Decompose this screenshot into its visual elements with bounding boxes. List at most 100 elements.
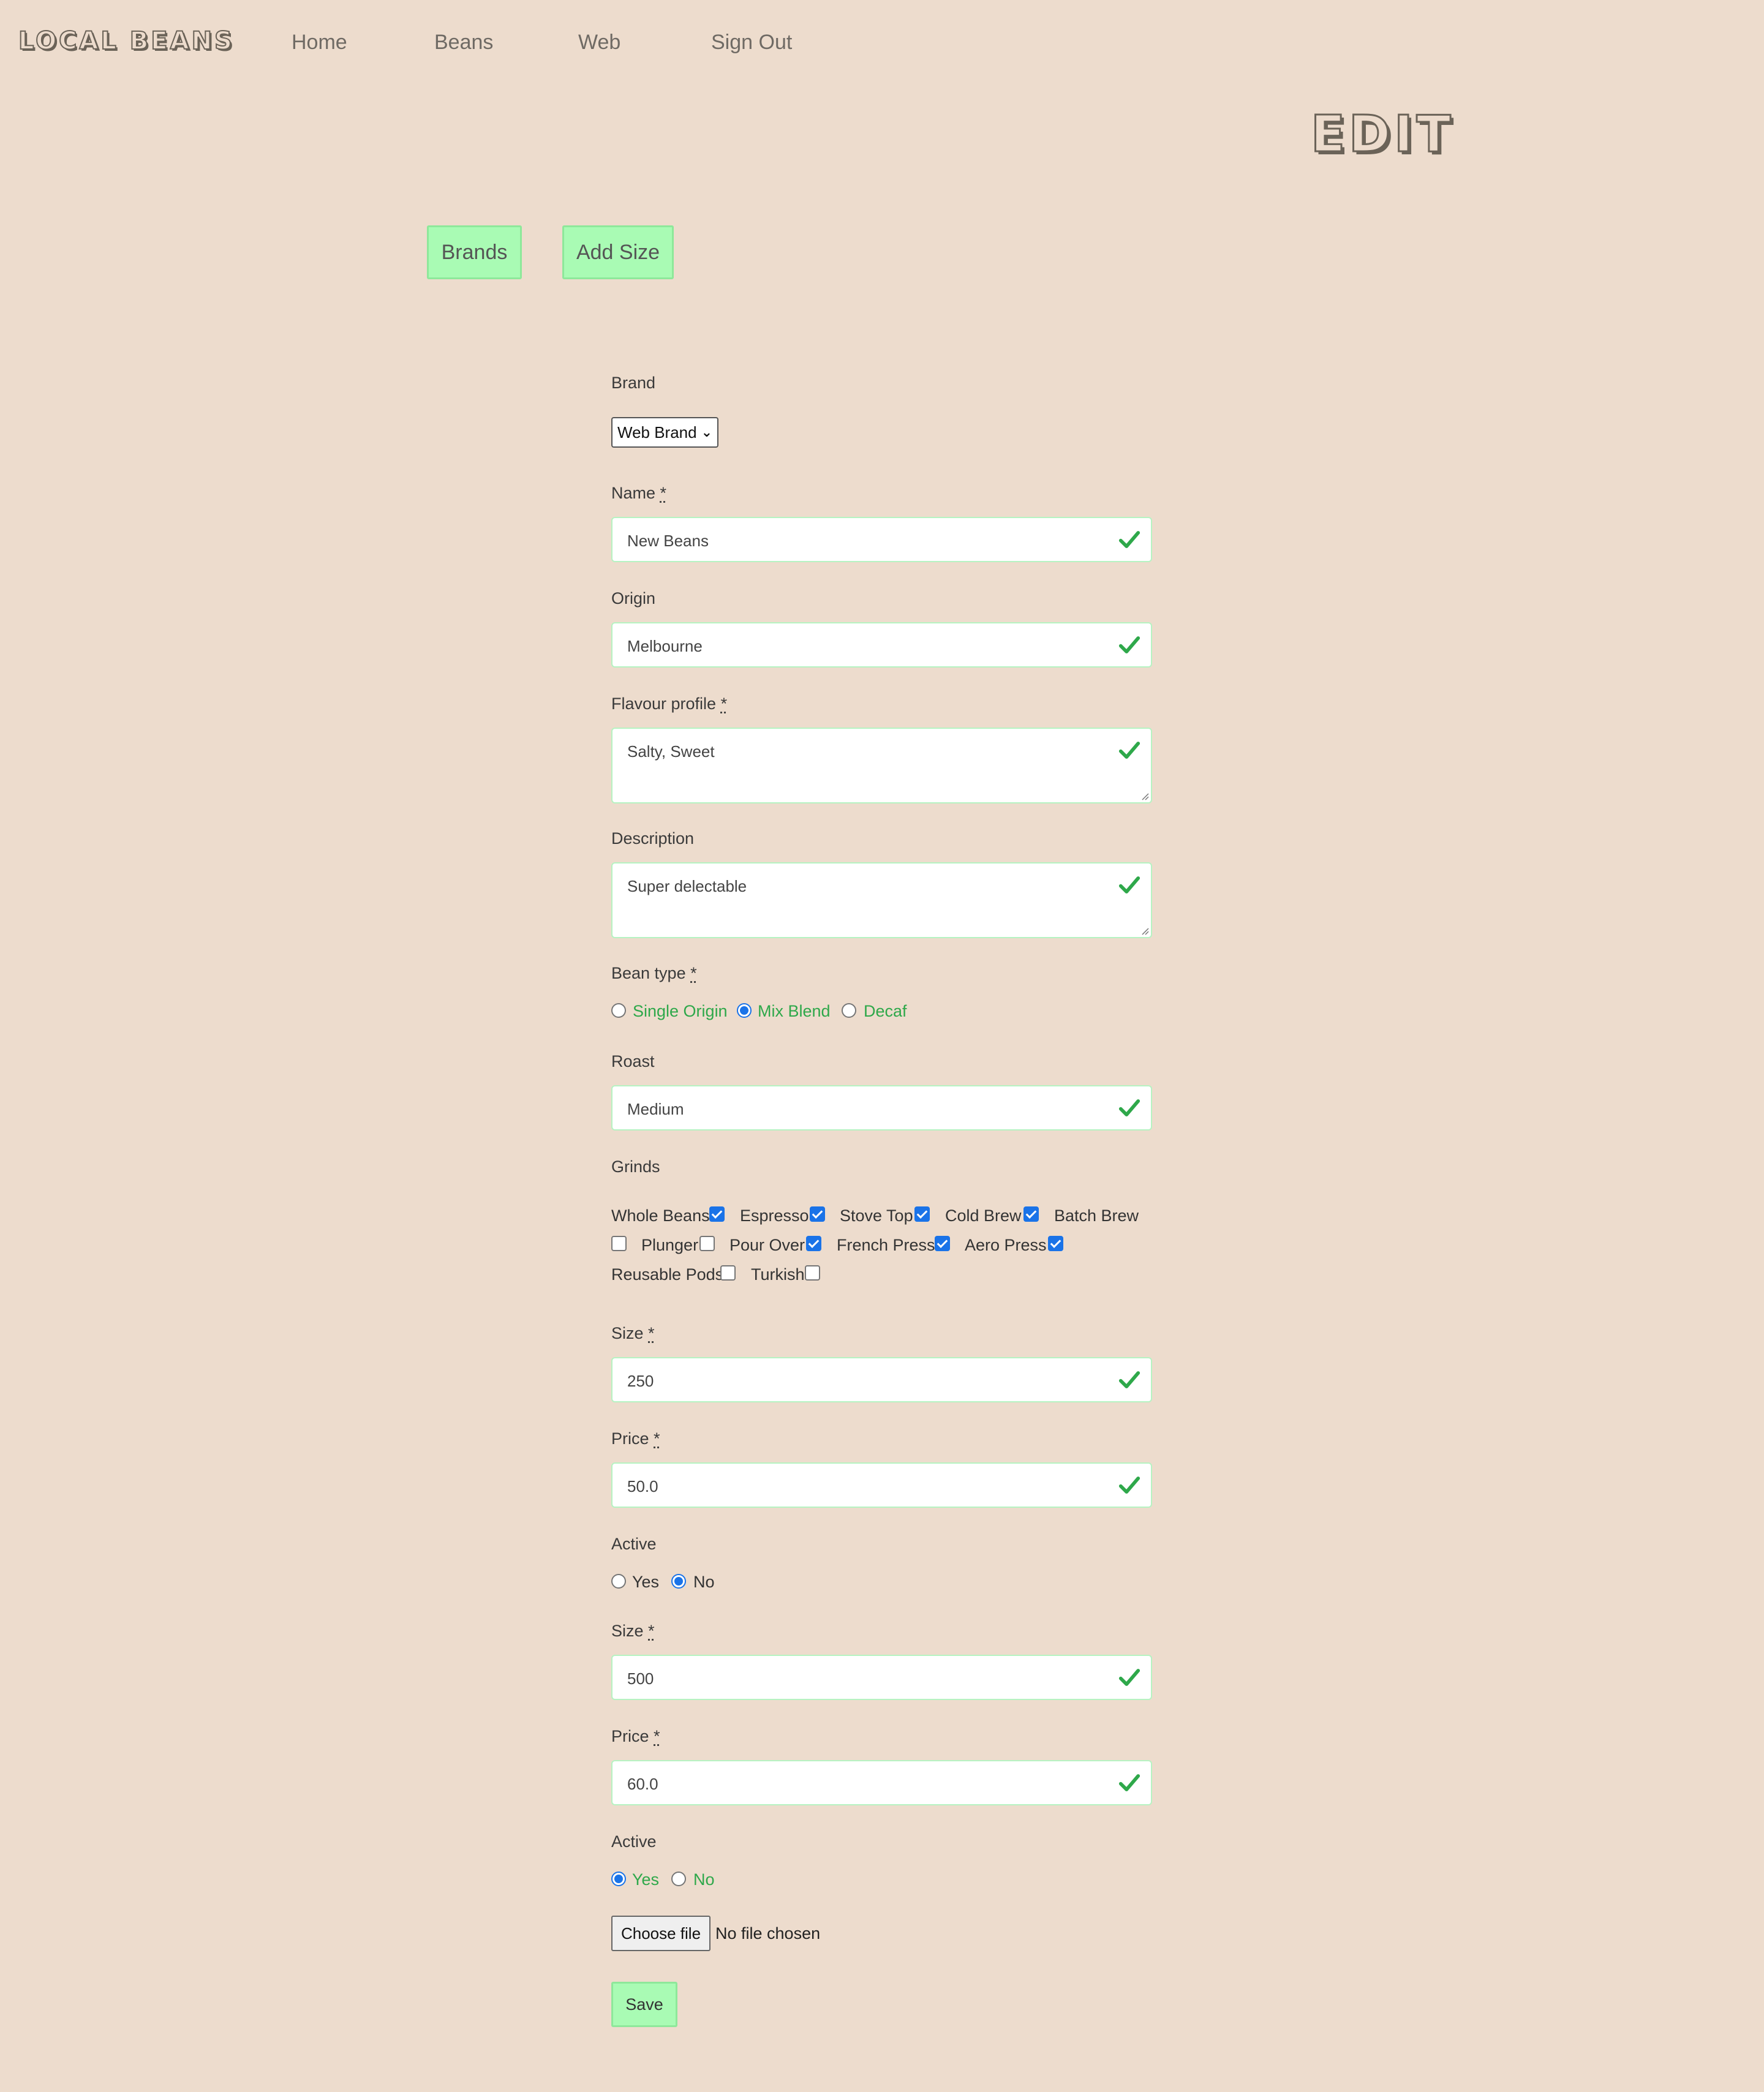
top-nav: LOCAL BEANS Home Beans Web Sign Out — [0, 0, 1764, 92]
bean-type-single-origin-radio[interactable] — [611, 1003, 626, 1018]
grind-option-label: Aero Press — [965, 1236, 1047, 1254]
grind-option-label: Reusable Pods — [611, 1265, 724, 1284]
bean-type-decaf-radio[interactable] — [842, 1003, 856, 1018]
active-option-label: No — [693, 1573, 715, 1591]
roast-input[interactable]: Medium — [611, 1085, 1152, 1131]
bean-type-option-label: Decaf — [864, 1002, 907, 1020]
brands-button[interactable]: Brands — [427, 225, 522, 279]
size-input[interactable]: 500 — [611, 1655, 1152, 1700]
required-mark: * — [654, 1429, 660, 1448]
grind-turkish-checkbox[interactable] — [805, 1265, 820, 1281]
grinds-label: Grinds — [611, 1157, 660, 1176]
required-mark: * — [654, 1727, 660, 1745]
active-option-label: Yes — [632, 1870, 660, 1889]
bean-type-mix-blend-radio[interactable] — [737, 1003, 752, 1018]
add-size-button[interactable]: Add Size — [562, 225, 674, 279]
file-status: No file chosen — [715, 1924, 821, 1943]
active-option-label: No — [693, 1870, 715, 1889]
grind-option-label: Plunger — [641, 1236, 699, 1254]
bean-type-label: Bean type * — [611, 964, 697, 982]
price-input-value: 50.0 — [627, 1477, 658, 1496]
grind-option-label: Batch Brew — [1054, 1206, 1139, 1225]
valid-check-icon — [1118, 876, 1140, 894]
origin-label: Origin — [611, 589, 656, 608]
valid-check-icon — [1118, 1099, 1140, 1116]
required-mark: * — [660, 484, 667, 502]
grind-option-label: French Press — [837, 1236, 935, 1254]
size-label: Size * — [611, 1324, 655, 1342]
brand-label: Brand — [611, 374, 656, 392]
nav-home-link[interactable]: Home — [292, 31, 347, 55]
site-logo[interactable]: LOCAL BEANS — [18, 26, 235, 56]
description-label: Description — [611, 829, 695, 848]
origin-input-value: Melbourne — [627, 637, 703, 655]
valid-check-icon — [1118, 1477, 1140, 1494]
grind-option-label: Pour Over — [729, 1236, 805, 1254]
flavour-textarea[interactable]: Salty, Sweet — [611, 728, 1152, 803]
grind-whole-beans-checkbox[interactable] — [709, 1206, 725, 1222]
nav-web-link[interactable]: Web — [578, 31, 620, 55]
bean-type-option-label: Single Origin — [633, 1002, 728, 1020]
page-title: EDIT — [1310, 105, 1455, 165]
valid-check-icon — [1118, 742, 1140, 759]
save-button[interactable]: Save — [611, 1982, 677, 2027]
grind-espresso-checkbox[interactable] — [810, 1206, 825, 1222]
resize-grip-icon[interactable] — [1140, 927, 1149, 935]
size-input-value: 250 — [627, 1372, 654, 1390]
valid-check-icon — [1118, 1371, 1140, 1388]
grind-option-label: Turkish — [751, 1265, 805, 1284]
grind-french-press-checkbox[interactable] — [935, 1236, 950, 1251]
active-no-radio[interactable] — [671, 1574, 686, 1589]
size-input-value: 500 — [627, 1669, 654, 1688]
price-label: Price * — [611, 1429, 660, 1448]
active-label: Active — [611, 1535, 657, 1553]
required-mark: * — [690, 964, 697, 982]
price-input[interactable]: 60.0 — [611, 1760, 1152, 1805]
name-label: Name * — [611, 484, 667, 502]
grind-reusable-pods-checkbox[interactable] — [720, 1265, 736, 1281]
description-textarea[interactable]: Super delectable — [611, 862, 1152, 938]
active-yes-radio[interactable] — [611, 1872, 626, 1886]
required-mark: * — [720, 694, 728, 713]
roast-label: Roast — [611, 1052, 655, 1070]
chevron-down-icon: ⌄ — [701, 424, 712, 440]
grind-cold-brew-checkbox[interactable] — [1023, 1206, 1039, 1222]
grind-plunger-checkbox[interactable] — [699, 1236, 715, 1251]
grind-option-label: Whole Beans — [611, 1206, 710, 1225]
description-textarea-value: Super delectable — [627, 877, 747, 895]
active-option-label: Yes — [632, 1573, 660, 1591]
choose-file-button[interactable]: Choose file — [611, 1916, 710, 1951]
size-input[interactable]: 250 — [611, 1357, 1152, 1402]
resize-grip-icon[interactable] — [1140, 792, 1149, 800]
valid-check-icon — [1118, 1774, 1140, 1791]
active-no-radio[interactable] — [671, 1872, 686, 1886]
price-input-value: 60.0 — [627, 1775, 658, 1793]
price-input[interactable]: 50.0 — [611, 1462, 1152, 1508]
grind-option-label: Cold Brew — [945, 1206, 1022, 1225]
active-yes-radio[interactable] — [611, 1574, 626, 1589]
required-mark: * — [648, 1324, 655, 1342]
required-mark: * — [648, 1622, 655, 1640]
grind-stove-top-checkbox[interactable] — [914, 1206, 930, 1222]
brand-select-value: Web Brand — [617, 423, 697, 442]
grind-option-label: Stove Top — [840, 1206, 913, 1225]
valid-check-icon — [1118, 636, 1140, 653]
valid-check-icon — [1118, 531, 1140, 548]
size-label: Size * — [611, 1622, 655, 1640]
flavour-label: Flavour profile * — [611, 694, 728, 713]
grind-aero-press-checkbox[interactable] — [1048, 1236, 1063, 1251]
nav-sign-out-link[interactable]: Sign Out — [711, 31, 792, 55]
active-label: Active — [611, 1832, 657, 1851]
brand-select[interactable]: Web Brand ⌄ — [611, 417, 718, 448]
price-label: Price * — [611, 1727, 660, 1745]
roast-input-value: Medium — [627, 1100, 684, 1118]
bean-type-option-label: Mix Blend — [758, 1002, 831, 1020]
flavour-textarea-value: Salty, Sweet — [627, 742, 715, 761]
name-input[interactable]: New Beans — [611, 517, 1152, 562]
nav-beans-link[interactable]: Beans — [434, 31, 493, 55]
grind-pour-over-checkbox[interactable] — [806, 1236, 821, 1251]
grind-batch-brew-checkbox[interactable] — [611, 1236, 627, 1251]
origin-input[interactable]: Melbourne — [611, 622, 1152, 668]
grind-option-label: Espresso — [740, 1206, 809, 1225]
name-input-value: New Beans — [627, 532, 709, 550]
